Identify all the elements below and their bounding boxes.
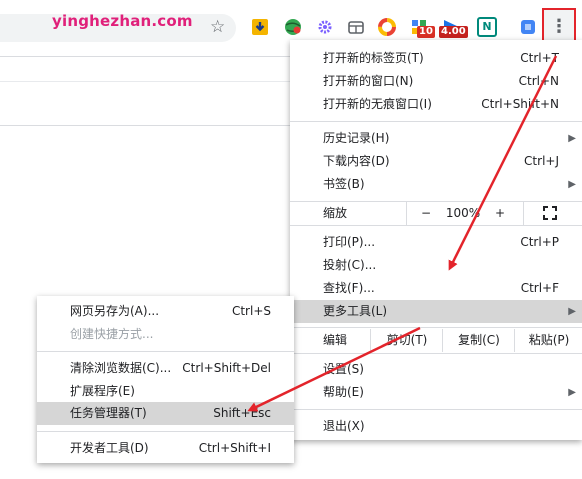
menu-item-shortcut: Ctrl+Shift+I [198,441,271,455]
edit-divider [442,329,443,352]
menu-item-help[interactable]: 帮助(E) ▶ [290,381,582,404]
menu-item-settings[interactable]: 设置(S) [290,358,582,381]
menu-divider [37,351,294,352]
menu-item-shortcut: Shift+Esc [213,406,271,420]
menu-item-shortcut: Ctrl+Shift+Del [182,361,271,375]
menu-item-label: 历史记录(H) [323,131,390,145]
puzzle-ext-icon[interactable]: 10 [408,16,435,38]
submenu-item-save-page[interactable]: 网页另存为(A)... Ctrl+S [37,300,294,323]
zoom-in-button[interactable]: + [490,202,510,225]
download-ext-icon[interactable] [249,16,271,38]
submenu-item-task-manager[interactable]: 任务管理器(T) Shift+Esc [37,402,294,425]
more-vert-icon[interactable]: ⋮ [542,8,576,44]
menu-item-shortcut: Ctrl+S [231,304,271,318]
menu-item-label: 书签(B) [323,177,365,191]
zoom-level: 100% [445,206,481,220]
menu-item-shortcut: Ctrl+Shift+N [481,97,559,111]
menu-item-print[interactable]: 打印(P)... Ctrl+P [290,231,582,254]
menu-item-label: 打印(P)... [323,235,376,249]
menu-item-label: 帮助(E) [323,385,364,399]
submenu-item-extensions[interactable]: 扩展程序(E) [37,380,294,403]
menu-divider [290,327,582,328]
zoom-label: 缩放 [323,206,348,220]
menu-item-label: 设置(S) [323,362,364,376]
submenu-arrow-icon: ▶ [568,387,576,398]
menu-item-label: 下载内容(D) [323,154,390,168]
zoom-divider [406,202,407,225]
menu-divider [290,121,582,122]
menu-item-label: 清除浏览数据(C)... [70,361,172,375]
menu-item-label: 投射(C)... [323,258,377,272]
submenu-arrow-icon: ▶ [568,133,576,144]
globe-ext-icon[interactable] [282,16,304,38]
edit-label: 编辑 [323,333,348,347]
submenu-item-create-shortcut: 创建快捷方式... [37,323,294,346]
n-ext-icon[interactable]: N [476,16,498,38]
menu-divider [37,431,294,432]
edit-row: 编辑 剪切(T) 复制(C) 粘贴(P) [290,329,582,352]
menu-item-label: 打开新的窗口(N) [323,74,414,88]
color-ring-ext-icon[interactable] [376,16,398,38]
zoom-out-button[interactable]: − [416,202,436,225]
ext-badge-count: 10 [417,26,435,38]
paste-button[interactable]: 粘贴(P) [516,329,582,352]
submenu-arrow-icon: ▶ [568,306,576,317]
submenu-item-clear-data[interactable]: 清除浏览数据(C)... Ctrl+Shift+Del [37,357,294,380]
menu-item-bookmarks[interactable]: 书签(B) ▶ [290,173,582,196]
star-icon[interactable]: ☆ [210,17,225,37]
zoom-divider [523,202,524,225]
flag-ext-icon[interactable]: 4.00 [439,16,468,38]
menu-item-shortcut: Ctrl+F [520,281,559,295]
menu-item-new-tab[interactable]: 打开新的标签页(T) Ctrl+T [290,47,582,70]
fullscreen-icon[interactable] [538,202,562,225]
menu-item-exit[interactable]: 退出(X) [290,415,582,438]
cut-button[interactable]: 剪切(T) [372,329,442,352]
menu-item-label: 打开新的无痕窗口(I) [323,97,432,111]
menu-item-more-tools[interactable]: 更多工具(L) ▶ [290,300,582,323]
menu-item-shortcut: Ctrl+P [520,235,559,249]
chrome-main-menu: 打开新的标签页(T) Ctrl+T 打开新的窗口(N) Ctrl+N 打开新的无… [290,40,582,440]
menu-item-find[interactable]: 查找(F)... Ctrl+F [290,277,582,300]
copy-button[interactable]: 复制(C) [444,329,514,352]
menu-item-label: 查找(F)... [323,281,375,295]
menu-item-shortcut: Ctrl+J [524,154,559,168]
menu-divider [290,225,582,226]
menu-item-label: 退出(X) [323,419,365,433]
menu-item-new-incognito[interactable]: 打开新的无痕窗口(I) Ctrl+Shift+N [290,93,582,116]
menu-item-downloads[interactable]: 下载内容(D) Ctrl+J [290,150,582,173]
menu-item-label: 打开新的标签页(T) [323,51,424,65]
bookmarks-bar-area [0,56,290,126]
menu-item-cast[interactable]: 投射(C)... [290,254,582,277]
menu-item-history[interactable]: 历史记录(H) ▶ [290,127,582,150]
menu-item-label: 创建快捷方式... [70,327,154,341]
menu-item-label: 任务管理器(T) [70,406,147,420]
menu-item-label: 更多工具(L) [323,304,388,318]
edit-divider [514,329,515,352]
zoom-row: 缩放 − 100% + [290,202,582,225]
menu-item-label: 扩展程序(E) [70,384,135,398]
more-tools-submenu: 网页另存为(A)... Ctrl+S 创建快捷方式... 清除浏览数据(C)..… [37,296,294,463]
menu-divider [290,353,582,354]
gear-ext-icon[interactable] [314,16,336,38]
submenu-arrow-icon: ▶ [568,179,576,190]
submenu-item-devtools[interactable]: 开发者工具(D) Ctrl+Shift+I [37,437,294,460]
ext-badge-price: 4.00 [439,26,468,38]
menu-item-new-window[interactable]: 打开新的窗口(N) Ctrl+N [290,70,582,93]
menu-item-label: 网页另存为(A)... [70,304,160,318]
menu-item-label: 开发者工具(D) [70,441,149,455]
menu-item-shortcut: Ctrl+T [520,51,559,65]
tabs-ext-icon[interactable] [345,16,367,38]
menu-item-shortcut: Ctrl+N [518,74,559,88]
cube-ext-icon[interactable] [517,16,539,38]
edit-divider [370,329,371,352]
watermark-text: yinghezhan.com [52,12,193,30]
menu-divider [290,409,582,410]
